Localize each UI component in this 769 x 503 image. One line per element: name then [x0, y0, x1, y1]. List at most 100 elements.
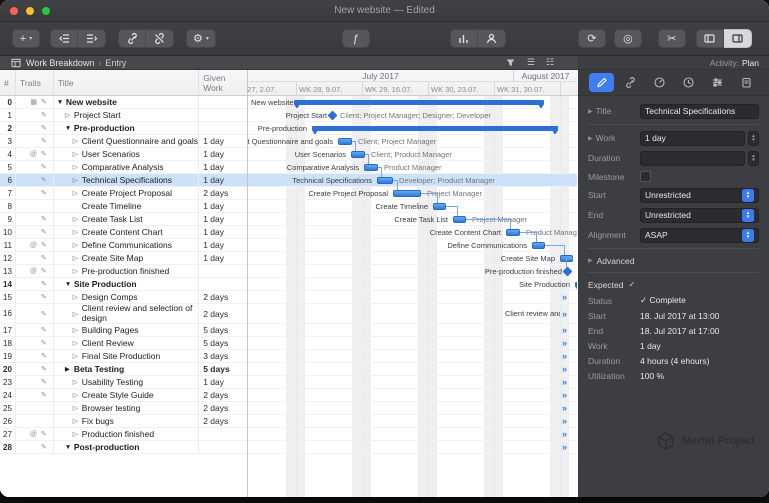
disclosure-triangle-icon[interactable]: ▷: [73, 293, 82, 301]
disclosure-triangle-icon[interactable]: ▼: [65, 444, 74, 451]
gantt-row[interactable]: »: [248, 402, 577, 415]
offscreen-indicator[interactable]: »: [562, 291, 567, 303]
disclosure-triangle-icon[interactable]: ▷: [73, 137, 82, 145]
work-input[interactable]: 1 day: [640, 131, 745, 146]
gantt-row[interactable]: Pre-production finished: [248, 265, 577, 278]
activities-button[interactable]: ◎: [614, 29, 642, 48]
task-bar[interactable]: [364, 164, 378, 171]
gantt-row[interactable]: Create Task ListProject Manager: [248, 213, 577, 226]
table-row[interactable]: 9✎▷Create Task List1 day: [0, 213, 247, 226]
task-bar[interactable]: [433, 203, 446, 210]
table-row[interactable]: 19✎▷Final Site Production3 days: [0, 350, 247, 363]
row-title-cell[interactable]: ▼New website: [54, 96, 199, 108]
disclosure-triangle-icon[interactable]: ▷: [73, 378, 82, 386]
outdent-button[interactable]: [50, 29, 78, 48]
offscreen-indicator[interactable]: »: [562, 376, 567, 388]
gantt-row[interactable]: Site Production: [248, 278, 577, 291]
disclosure-triangle-icon[interactable]: ▷: [65, 111, 74, 119]
activity-value[interactable]: Plan: [742, 58, 759, 68]
row-title-cell[interactable]: ▷Create Project Proposal: [54, 187, 199, 199]
column-header-given-work[interactable]: Given Work: [199, 70, 247, 95]
gantt-row[interactable]: »: [248, 428, 577, 441]
row-title-cell[interactable]: ▷User Scenarios: [54, 148, 199, 160]
row-title-cell[interactable]: ▷Design Comps: [54, 291, 199, 303]
disclosure-icon[interactable]: ▶: [588, 135, 593, 142]
summary-bar[interactable]: [294, 100, 544, 105]
unlink-button[interactable]: [146, 29, 174, 48]
gantt-row[interactable]: »: [248, 415, 577, 428]
disclosure-triangle-icon[interactable]: ▷: [73, 241, 82, 249]
disclosure-triangle-icon[interactable]: ▷: [73, 310, 82, 318]
start-select[interactable]: Unrestricted ▲▼: [640, 188, 759, 203]
toggle-left-panel-button[interactable]: [696, 29, 724, 48]
timeline-week[interactable]: WK 31, 30.07.: [497, 83, 545, 95]
disclosure-triangle-icon[interactable]: ▷: [73, 176, 82, 184]
table-row[interactable]: 12✎▷Create Site Map1 day: [0, 252, 247, 265]
timeline-week[interactable]: WK 28, 9.07.: [299, 83, 342, 95]
title-input[interactable]: Technical Specifications: [640, 104, 759, 119]
work-stepper[interactable]: ▲▼: [748, 131, 759, 146]
offscreen-indicator[interactable]: »: [562, 402, 567, 414]
add-activity-button[interactable]: +▾: [12, 29, 40, 48]
table-row[interactable]: 0▦ ✎▼New website: [0, 96, 247, 109]
row-title-cell[interactable]: ▷Fix bugs: [54, 415, 199, 427]
zoom-window-button[interactable]: [42, 7, 50, 15]
gantt-row[interactable]: Create Project ProposalProject Manager: [248, 187, 577, 200]
gantt-row[interactable]: »: [248, 363, 577, 376]
milestone-diamond[interactable]: [563, 266, 573, 276]
gantt-row[interactable]: Client Questionnaire and goalsClient; Pr…: [248, 135, 577, 148]
disclosure-triangle-icon[interactable]: ▷: [73, 215, 82, 223]
milestone-checkbox[interactable]: [640, 171, 651, 182]
row-title-cell[interactable]: ▷Define Communications: [54, 239, 199, 251]
table-row[interactable]: 10✎▷Create Content Chart1 day: [0, 226, 247, 239]
table-row[interactable]: 24✎▷Create Style Guide2 days: [0, 389, 247, 402]
resources-button[interactable]: [478, 29, 506, 48]
inspector-tab-progress[interactable]: [647, 73, 672, 92]
summary-bar[interactable]: [312, 126, 558, 131]
gantt-row[interactable]: Project StartClient; Project Manager; De…: [248, 109, 577, 122]
link-button[interactable]: [118, 29, 146, 48]
row-title-cell[interactable]: ▶Beta Testing: [54, 363, 199, 375]
row-title-cell[interactable]: ▷Building Pages: [54, 324, 199, 336]
inspector-tab-time[interactable]: [676, 73, 701, 92]
gantt-row[interactable]: »: [248, 441, 577, 454]
row-title-cell[interactable]: ▷Client review and selection of design: [54, 304, 199, 323]
table-row[interactable]: 16✎▷Client review and selection of desig…: [0, 304, 247, 324]
disclosure-triangle-icon[interactable]: ▼: [65, 281, 74, 288]
advanced-section-header[interactable]: ▶ Advanced: [588, 252, 759, 269]
table-row[interactable]: 4@ ✎▷User Scenarios1 day: [0, 148, 247, 161]
disclosure-triangle-icon[interactable]: ▷: [73, 150, 82, 158]
offscreen-indicator[interactable]: »: [562, 389, 567, 401]
gantt-row[interactable]: Technical SpecificationsDeveloper; Produ…: [248, 174, 577, 187]
offscreen-indicator[interactable]: »: [562, 337, 567, 349]
styles-button[interactable]: ƒ: [342, 29, 370, 48]
task-bar[interactable]: [338, 138, 352, 145]
row-title-cell[interactable]: ▷Browser testing: [54, 402, 199, 414]
offscreen-indicator[interactable]: »: [562, 428, 567, 440]
gantt-row[interactable]: »: [248, 324, 577, 337]
gantt-row[interactable]: Create Timeline: [248, 200, 577, 213]
table-row[interactable]: 15✎▷Design Comps2 days: [0, 291, 247, 304]
inspector-tab-edit[interactable]: [589, 73, 614, 92]
gantt-row[interactable]: Client review and selection of design»: [248, 304, 577, 324]
row-title-cell[interactable]: ▷Production finished: [54, 428, 199, 440]
sync-button[interactable]: ⟳: [578, 29, 606, 48]
gantt-row[interactable]: »: [248, 389, 577, 402]
alignment-select[interactable]: ASAP ▲▼: [640, 228, 759, 243]
column-header-traits[interactable]: Traits: [16, 70, 54, 95]
gantt-row[interactable]: Define Communications: [248, 239, 577, 252]
row-title-cell[interactable]: ▷Usability Testing: [54, 376, 199, 388]
task-bar[interactable]: [393, 190, 421, 197]
table-row[interactable]: 1✎▷Project Start: [0, 109, 247, 122]
filter-button[interactable]: [505, 57, 516, 68]
task-bar[interactable]: [532, 242, 545, 249]
disclosure-triangle-icon[interactable]: ▷: [73, 339, 82, 347]
table-row[interactable]: 7✎▷Create Project Proposal2 days: [0, 187, 247, 200]
disclosure-icon[interactable]: ▶: [588, 108, 593, 115]
gantt-row[interactable]: Create Site Map: [248, 252, 577, 265]
table-row[interactable]: 18✎▷Client Review5 days: [0, 337, 247, 350]
disclosure-triangle-icon[interactable]: ▼: [65, 125, 74, 132]
table-row[interactable]: 14✎▼Site Production: [0, 278, 247, 291]
column-header-number[interactable]: #: [0, 70, 16, 95]
timeline-week[interactable]: WK 29, 16.07.: [365, 83, 413, 95]
